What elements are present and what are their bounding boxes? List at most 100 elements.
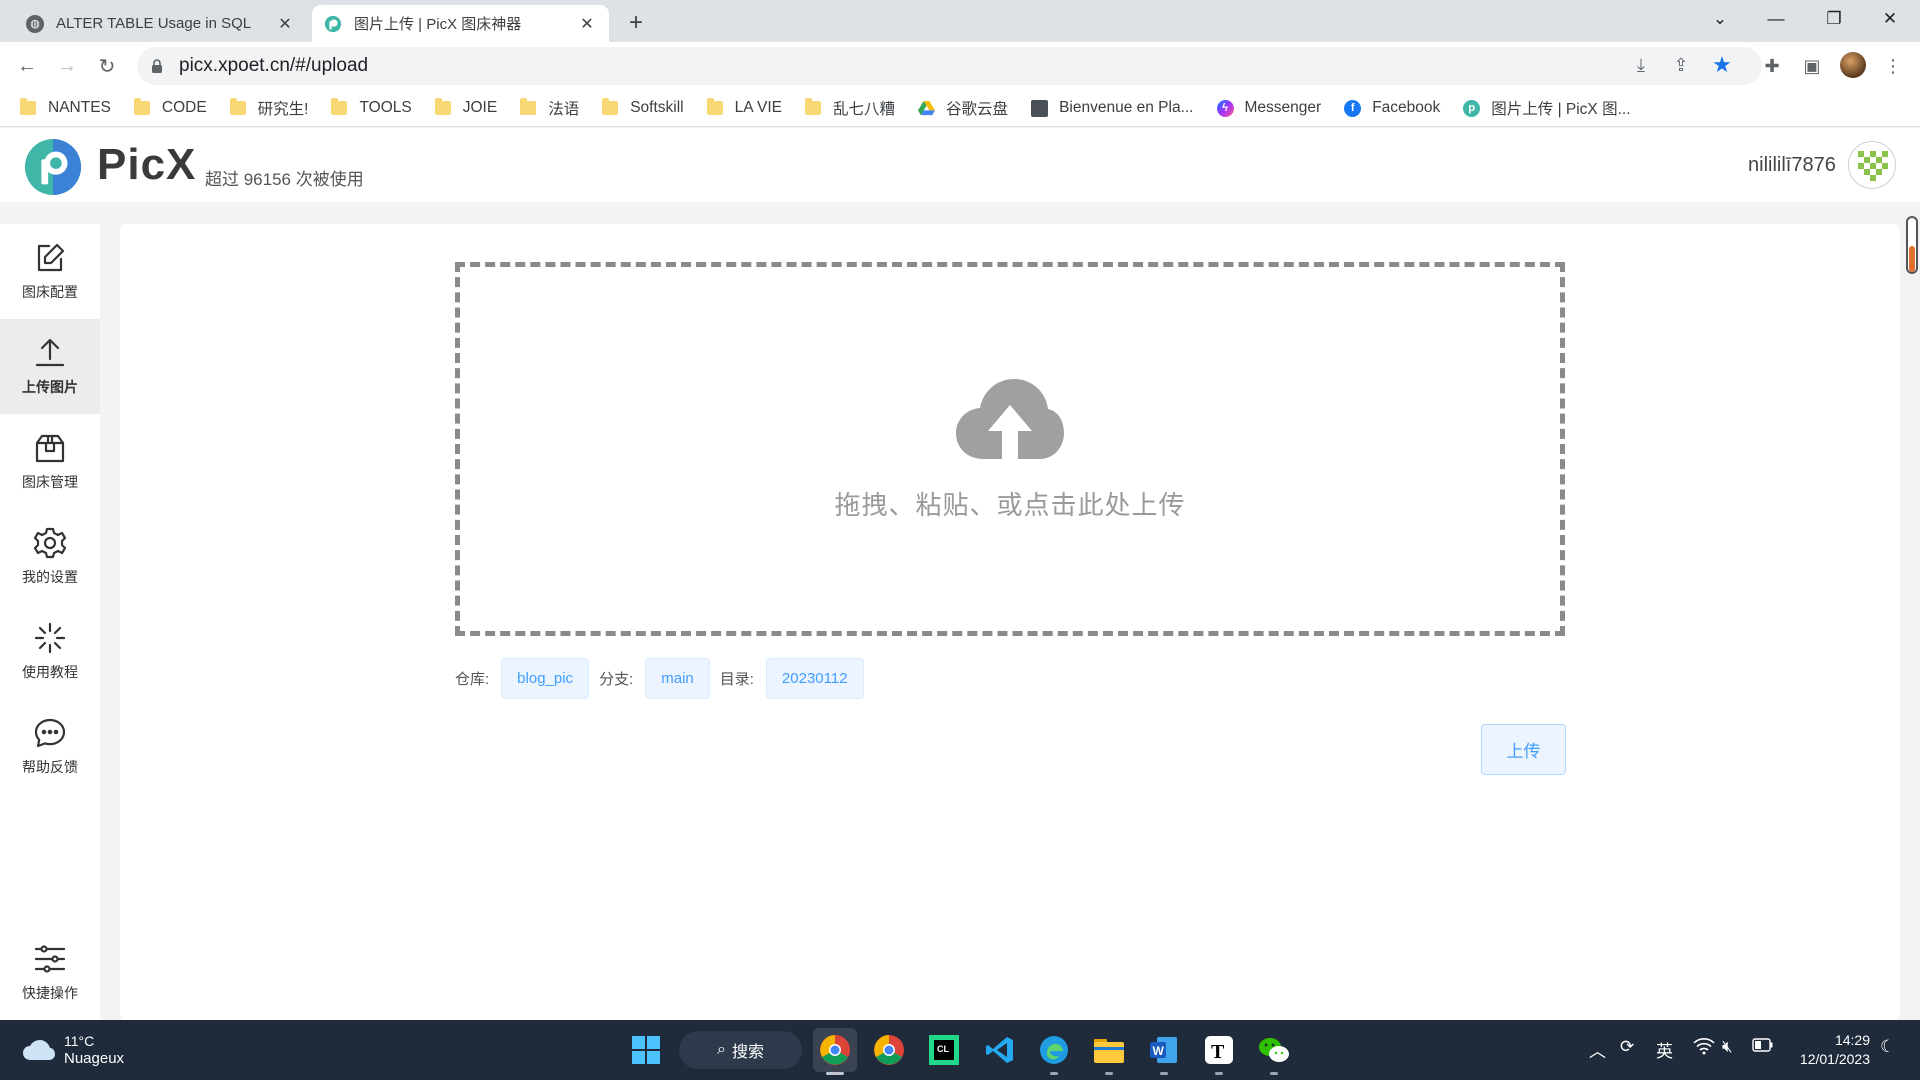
search-label: 搜索 (731, 1044, 764, 1061)
cloud-upload-icon (956, 378, 1064, 459)
username[interactable]: nilililī7876 (1748, 154, 1836, 177)
bookmark-la-vie[interactable]: LA VIE (706, 98, 782, 117)
upload-panel: 拖拽、粘贴、或点击此处上传 仓库: blog_pic 分支: main 目录: … (120, 224, 1900, 1020)
sidebar-item-settings[interactable]: 我的设置 (0, 509, 100, 604)
system-clock[interactable]: 14:29 12/01/2023 (1790, 1031, 1870, 1069)
sidebar-item-upload[interactable]: 上传图片 (0, 319, 100, 414)
sidebar-item-label: 帮助反馈 (22, 759, 78, 775)
branch-label: 分支: (599, 671, 634, 688)
bookmark-google-drive[interactable]: 谷歌云盘 (918, 97, 1008, 119)
bookmark-bienvenue[interactable]: Bienvenue en Pla... (1031, 99, 1194, 117)
weather-widget[interactable]: 11°C Nuageux (22, 1032, 124, 1068)
bookmark-star-icon[interactable]: ★ (1708, 51, 1736, 79)
folder-icon (133, 98, 150, 115)
install-app-icon[interactable]: ⤓ (1627, 51, 1655, 79)
bookmark-joie[interactable]: JOIE (434, 98, 497, 117)
identicon-icon (1858, 151, 1888, 181)
picx-logo-icon[interactable] (24, 138, 82, 196)
taskbar-edge[interactable] (1032, 1028, 1076, 1072)
side-panel-icon[interactable]: ▣ (1797, 51, 1827, 81)
start-button[interactable] (624, 1028, 668, 1072)
close-tab-icon[interactable]: ✕ (577, 14, 597, 34)
globe-icon: ◍ (26, 14, 44, 33)
active-app-indicator (826, 1072, 844, 1075)
minimize-button[interactable]: — (1748, 0, 1804, 38)
bookmark-misc[interactable]: 乱七八糟 (805, 97, 895, 119)
svg-text:CL: CL (937, 1044, 949, 1054)
directory-label: 目录: (719, 671, 754, 688)
sync-icon[interactable]: ⟳ (1620, 1037, 1634, 1057)
taskbar-chrome[interactable] (867, 1028, 911, 1072)
sidebar-item-shortcuts[interactable]: 快捷操作 (0, 925, 100, 1020)
bookmark-code[interactable]: CODE (133, 98, 207, 117)
running-app-indicator (1050, 1072, 1058, 1075)
word-icon: W (1150, 1037, 1177, 1063)
notification-moon-icon[interactable]: ☾ (1880, 1037, 1895, 1057)
folder-icon (602, 98, 619, 115)
bookmark-graduate[interactable]: 研究生! (229, 97, 308, 119)
taskbar-file-explorer[interactable] (1087, 1028, 1131, 1072)
sidebar-item-manage[interactable]: 图床管理 (0, 414, 100, 509)
bookmark-nantes[interactable]: NANTES (20, 98, 111, 117)
bookmark-facebook[interactable]: f Facebook (1344, 99, 1440, 117)
taskbar-word[interactable]: W (1142, 1028, 1186, 1072)
running-app-indicator (1215, 1072, 1223, 1075)
sidebar-item-config[interactable]: 图床配置 (0, 224, 100, 319)
forward-icon[interactable]: → (51, 50, 83, 82)
ime-indicator[interactable]: 英 (1656, 1037, 1673, 1062)
clock-time: 14:29 (1834, 1032, 1870, 1048)
bookmark-picx[interactable]: p 图片上传 | PicX 图... (1463, 97, 1631, 119)
bookmark-label: CODE (161, 99, 207, 116)
sidebar-item-tutorial[interactable]: 使用教程 (0, 604, 100, 699)
show-hidden-icons-icon[interactable]: ︿ (1589, 1037, 1606, 1062)
upload-dropzone[interactable]: 拖拽、粘贴、或点击此处上传 (455, 262, 1565, 636)
upload-button[interactable]: 上传 (1481, 724, 1566, 775)
profile-avatar[interactable] (1840, 52, 1866, 78)
url-text: picx.xpoet.cn/#/upload (179, 55, 369, 76)
restore-button[interactable]: ❐ (1806, 0, 1862, 38)
bookmark-tools[interactable]: TOOLS (331, 98, 412, 117)
bookmarks-bar: NANTES CODE 研究生! TOOLS JOIE 法语 Softskill… (0, 90, 1920, 127)
close-window-button[interactable]: ✕ (1862, 0, 1918, 38)
bookmark-messenger[interactable]: ϟ Messenger (1216, 99, 1321, 117)
tab-title: ALTER TABLE Usage in SQL (56, 15, 252, 32)
taskbar-chrome-profile[interactable] (813, 1028, 857, 1072)
bookmark-softskill[interactable]: Softskill (602, 98, 684, 117)
bookmark-label: Bienvenue en Pla... (1059, 99, 1194, 116)
volume-muted-icon[interactable]: 🔇︎ (1722, 1037, 1733, 1057)
tab-search-icon[interactable]: ⌄ (1692, 0, 1748, 38)
taskbar-search[interactable]: ⌕ 搜索 (679, 1031, 802, 1069)
picx-favicon-icon (324, 15, 342, 33)
sidebar-item-feedback[interactable]: 帮助反馈 (0, 699, 100, 794)
sidebar-item-label: 上传图片 (22, 379, 78, 395)
repo-tag: blog_pic (501, 658, 590, 699)
browser-toolbar: ← → ↻ picx.xpoet.cn/#/upload ⤓ ⇪ ★ ✚ ▣ ⋮ (0, 42, 1920, 90)
directory-tag: 20230112 (765, 658, 864, 699)
battery-icon[interactable] (1752, 1037, 1774, 1057)
folder-icon (20, 98, 36, 115)
address-bar[interactable]: picx.xpoet.cn/#/upload (137, 47, 1762, 85)
share-icon[interactable]: ⇪ (1667, 51, 1695, 79)
google-drive-icon (918, 100, 936, 115)
new-tab-button[interactable]: + (622, 9, 650, 37)
sidebar-item-label: 图床配置 (22, 284, 78, 300)
more-menu-icon[interactable]: ⋮ (1878, 51, 1908, 81)
sidebar-item-label: 我的设置 (22, 569, 78, 585)
browser-tab-picx[interactable]: 图片上传 | PicX 图床神器 ✕ (312, 5, 609, 42)
taskbar-typora[interactable]: T (1197, 1028, 1241, 1072)
extensions-icon[interactable]: ✚ (1757, 51, 1787, 81)
clion-icon: CL (929, 1035, 959, 1065)
browser-tab-sql[interactable]: ◍ ALTER TABLE Usage in SQL ✕ (14, 5, 307, 42)
lock-icon (152, 59, 162, 73)
back-icon[interactable]: ← (11, 50, 43, 82)
taskbar-vscode[interactable] (978, 1028, 1022, 1072)
taskbar-wechat[interactable] (1252, 1028, 1296, 1072)
taskbar-clion[interactable]: CL (922, 1028, 966, 1072)
user-avatar[interactable] (1848, 141, 1896, 189)
svg-text:W: W (1153, 1044, 1165, 1058)
scrollbar-thumb[interactable] (1909, 246, 1915, 272)
reload-icon[interactable]: ↻ (91, 50, 123, 82)
bookmark-french[interactable]: 法语 (520, 97, 579, 119)
close-tab-icon[interactable]: ✕ (275, 14, 295, 34)
wifi-icon[interactable] (1693, 1037, 1715, 1060)
